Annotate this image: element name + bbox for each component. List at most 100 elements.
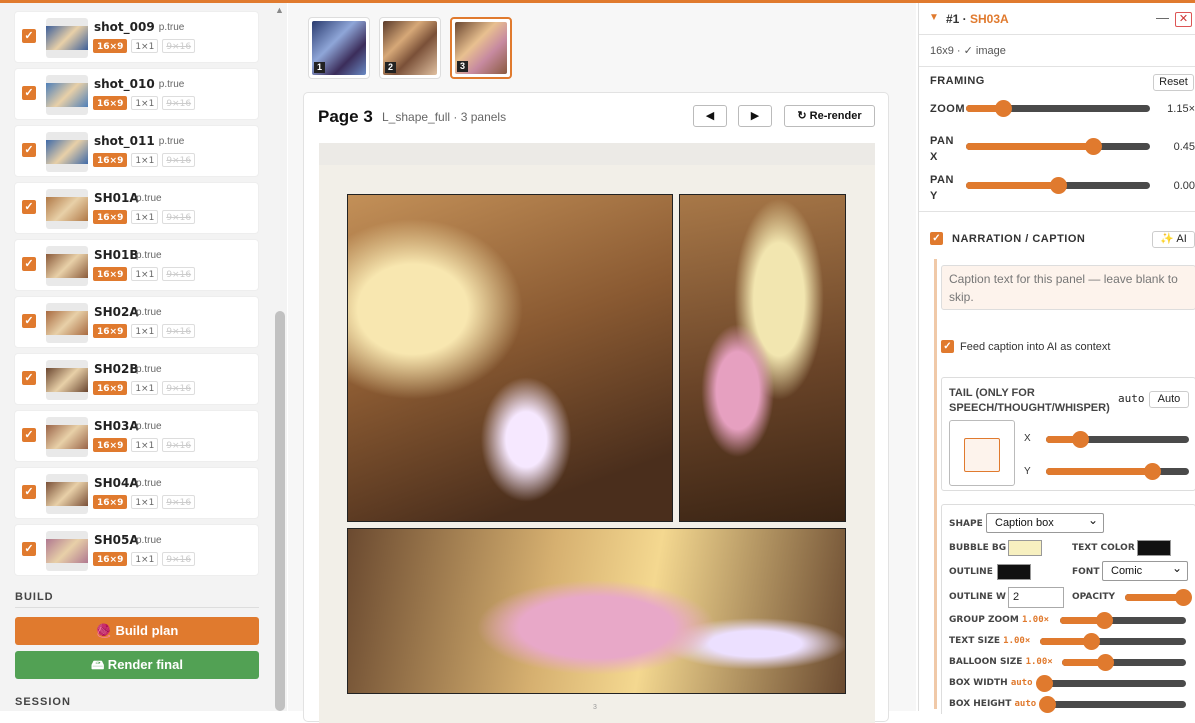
collapse-icon[interactable]: ▼ (929, 12, 939, 23)
shot-item[interactable]: ✓ SH05A 16×9 1×1 9×16 p.true (14, 524, 259, 576)
shot-checkbox[interactable]: ✓ (22, 314, 36, 328)
build-plan-button[interactable]: 🧶 Build plan (15, 617, 259, 645)
slider-knob[interactable] (1097, 654, 1115, 671)
text-color-swatch[interactable] (1137, 540, 1171, 556)
tail-auto-button[interactable]: Auto (1149, 391, 1189, 408)
slider-knob[interactable] (1036, 675, 1053, 692)
box-width-slider[interactable] (1036, 675, 1186, 692)
aspect-16x9-chip[interactable]: 16×9 (93, 39, 128, 53)
feed-caption-checkbox[interactable]: ✓ (941, 340, 954, 353)
shot-checkbox[interactable]: ✓ (22, 257, 36, 271)
shot-item[interactable]: ✓ SH04A 16×9 1×1 9×16 p.true (14, 467, 259, 519)
aspect-1x1-chip[interactable]: 1×1 (131, 210, 159, 224)
aspect-16x9-chip[interactable]: 16×9 (93, 96, 128, 110)
aspect-9x16-chip[interactable]: 9×16 (162, 438, 196, 452)
comic-panel-3[interactable] (347, 528, 846, 694)
aspect-1x1-chip[interactable]: 1×1 (131, 438, 159, 452)
shot-item[interactable]: ✓ shot_010 16×9 1×1 9×16 p.true (14, 68, 259, 120)
minimize-icon[interactable]: — (1156, 10, 1169, 25)
prev-page-button[interactable]: ◀ (693, 105, 727, 127)
slider-knob[interactable] (1083, 633, 1101, 650)
aspect-9x16-chip[interactable]: 9×16 (162, 495, 196, 509)
aspect-9x16-chip[interactable]: 9×16 (162, 39, 196, 53)
tail-x-slider[interactable] (1046, 431, 1189, 448)
page-thumb-3[interactable]: 3 (450, 17, 512, 79)
balloon-size-slider[interactable] (1062, 654, 1186, 671)
outline-width-input[interactable]: 2 (1008, 587, 1064, 608)
shape-select[interactable]: Caption box (986, 511, 1104, 533)
scroll-up-icon[interactable]: ▲ (275, 5, 284, 15)
re-render-button[interactable]: ↻ Re-render (784, 105, 875, 127)
pan-x-slider[interactable] (966, 138, 1150, 155)
sidebar-scrollbar[interactable]: ▲ (273, 3, 287, 711)
shot-checkbox[interactable]: ✓ (22, 86, 36, 100)
ai-button[interactable]: ✨ AI (1152, 231, 1195, 248)
slider-knob[interactable] (1143, 463, 1161, 480)
shot-checkbox[interactable]: ✓ (22, 428, 36, 442)
aspect-9x16-chip[interactable]: 9×16 (162, 96, 196, 110)
slider-knob[interactable] (1174, 589, 1192, 606)
aspect-1x1-chip[interactable]: 1×1 (131, 495, 159, 509)
aspect-16x9-chip[interactable]: 16×9 (93, 210, 128, 224)
bubble-bg-swatch[interactable] (1008, 540, 1042, 556)
shot-item[interactable]: ✓ SH01B 16×9 1×1 9×16 p.true (14, 239, 259, 291)
render-final-button[interactable]: 🖴 Render final (15, 651, 259, 679)
page-thumb-2[interactable]: 2 (379, 17, 441, 79)
shot-item[interactable]: ✓ SH01A 16×9 1×1 9×16 p.true (14, 182, 259, 234)
aspect-1x1-chip[interactable]: 1×1 (131, 96, 159, 110)
shot-item[interactable]: ✓ shot_009 16×9 1×1 9×16 p.true (14, 11, 259, 63)
aspect-9x16-chip[interactable]: 9×16 (162, 153, 196, 167)
box-height-slider[interactable] (1039, 696, 1186, 713)
aspect-1x1-chip[interactable]: 1×1 (131, 552, 159, 566)
aspect-16x9-chip[interactable]: 16×9 (93, 324, 128, 338)
aspect-9x16-chip[interactable]: 9×16 (162, 210, 196, 224)
slider-knob[interactable] (1039, 696, 1056, 713)
pan-y-slider[interactable] (966, 177, 1150, 194)
aspect-9x16-chip[interactable]: 9×16 (162, 267, 196, 281)
aspect-16x9-chip[interactable]: 16×9 (93, 381, 128, 395)
slider-knob[interactable] (1072, 431, 1090, 448)
page-thumb-1[interactable]: 1 (308, 17, 370, 79)
shot-checkbox[interactable]: ✓ (22, 371, 36, 385)
slider-knob[interactable] (1096, 612, 1114, 629)
shot-checkbox[interactable]: ✓ (22, 485, 36, 499)
aspect-16x9-chip[interactable]: 16×9 (93, 438, 128, 452)
close-icon[interactable]: ✕ (1175, 12, 1192, 27)
next-page-button[interactable]: ▶ (738, 105, 772, 127)
shot-item[interactable]: ✓ SH02B 16×9 1×1 9×16 p.true (14, 353, 259, 405)
aspect-1x1-chip[interactable]: 1×1 (131, 324, 159, 338)
aspect-9x16-chip[interactable]: 9×16 (162, 381, 196, 395)
aspect-1x1-chip[interactable]: 1×1 (131, 39, 159, 53)
aspect-16x9-chip[interactable]: 16×9 (93, 153, 128, 167)
narration-checkbox[interactable]: ✓ (930, 232, 943, 245)
aspect-1x1-chip[interactable]: 1×1 (131, 153, 159, 167)
tail-y-slider[interactable] (1046, 463, 1189, 480)
zoom-slider[interactable] (966, 100, 1150, 117)
scrollbar-thumb[interactable] (275, 311, 285, 711)
opacity-slider[interactable] (1125, 589, 1192, 606)
aspect-9x16-chip[interactable]: 9×16 (162, 552, 196, 566)
shot-item[interactable]: ✓ shot_011 16×9 1×1 9×16 p.true (14, 125, 259, 177)
aspect-16x9-chip[interactable]: 16×9 (93, 495, 128, 509)
tail-pad[interactable] (949, 420, 1015, 486)
shot-checkbox[interactable]: ✓ (22, 200, 36, 214)
comic-panel-1[interactable] (347, 194, 673, 522)
font-select[interactable]: Comic (1102, 559, 1188, 581)
shot-item[interactable]: ✓ SH03A 16×9 1×1 9×16 p.true (14, 410, 259, 462)
shot-checkbox[interactable]: ✓ (22, 542, 36, 556)
comic-panel-2[interactable] (679, 194, 846, 522)
shot-item[interactable]: ✓ SH02A 16×9 1×1 9×16 p.true (14, 296, 259, 348)
shot-checkbox[interactable]: ✓ (22, 143, 36, 157)
aspect-16x9-chip[interactable]: 16×9 (93, 552, 128, 566)
aspect-9x16-chip[interactable]: 9×16 (162, 324, 196, 338)
reset-button[interactable]: Reset (1153, 74, 1194, 91)
outline-color-swatch[interactable] (997, 564, 1031, 580)
text-size-slider[interactable] (1040, 633, 1186, 650)
slider-knob[interactable] (1050, 177, 1067, 194)
caption-textarea[interactable]: Caption text for this panel — leave blan… (941, 265, 1195, 310)
slider-knob[interactable] (1084, 138, 1102, 155)
group-zoom-slider[interactable] (1060, 612, 1186, 629)
aspect-1x1-chip[interactable]: 1×1 (131, 267, 159, 281)
aspect-1x1-chip[interactable]: 1×1 (131, 381, 159, 395)
shot-checkbox[interactable]: ✓ (22, 29, 36, 43)
